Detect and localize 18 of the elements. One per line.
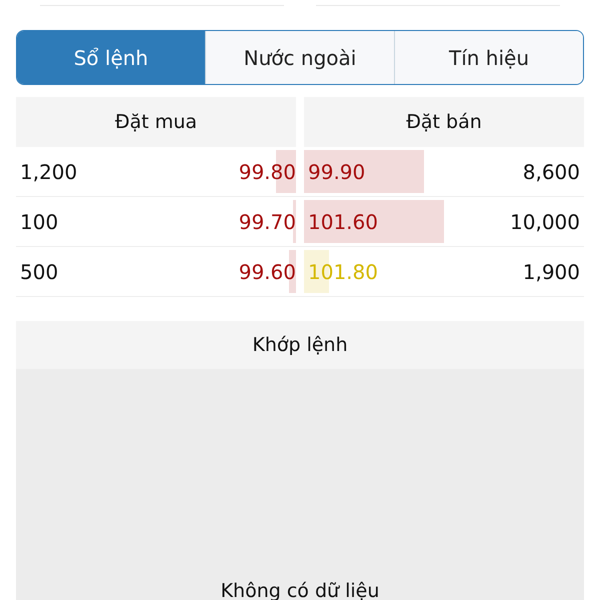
buy-price: 99.70 (238, 208, 296, 236)
sell-price: 101.80 (307, 258, 378, 286)
column-header: Đặt bán (304, 97, 584, 147)
buy-price: 99.80 (238, 158, 296, 186)
buy-price: 99.60 (238, 258, 296, 286)
tab[interactable]: Nước ngoài (205, 31, 394, 84)
sell-price: 99.90 (307, 158, 366, 186)
sell-volume: 8,600 (522, 158, 580, 186)
section-header: Khớp lệnh (16, 321, 584, 369)
sell-volume: 1,900 (522, 258, 580, 286)
buy-volume: 1,200 (20, 158, 78, 186)
buy-volume: 100 (20, 208, 58, 236)
tab[interactable]: Tín hiệu (394, 31, 583, 84)
sell-volume: 10,000 (510, 208, 580, 236)
tab[interactable]: Sổ lệnh (17, 31, 205, 84)
column-header: Đặt mua (16, 97, 296, 147)
sell-price: 101.60 (307, 208, 378, 236)
buy-volume: 500 (20, 258, 58, 286)
